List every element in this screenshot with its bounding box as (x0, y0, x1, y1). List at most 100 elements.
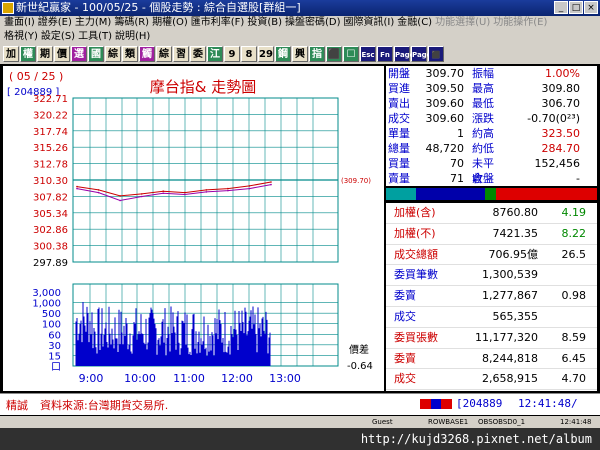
quote-label: 漲跌 (472, 112, 494, 125)
quote-value: 309.50 (425, 82, 465, 95)
toolbar-button[interactable]: Fn (377, 46, 393, 62)
volume-tick-label: 30 (48, 341, 61, 352)
chart-title: 摩台指& 走勢圖 (150, 78, 256, 96)
stats-label: 委賣 (394, 289, 416, 303)
volume-bars (75, 302, 271, 366)
volume-tick-label: 1,000 (32, 299, 61, 310)
toolbar-button[interactable]: 習 (173, 46, 189, 62)
maximize-button[interactable]: □ (569, 1, 583, 14)
toolbar-button[interactable]: 指 (309, 46, 325, 62)
toolbar-button[interactable]: 29 (258, 46, 274, 62)
toolbar-button[interactable]: 選 (71, 46, 87, 62)
price-tick-label: 310.30 (33, 176, 68, 187)
price-tick-label: 322.71 (33, 94, 68, 105)
toolbar-button[interactable]: ⬛ (428, 46, 444, 62)
price-point (76, 185, 78, 188)
menu-item[interactable]: 功能操作(E) (493, 16, 550, 30)
stats-change: 6.45 (561, 351, 587, 365)
ratio-segment (485, 188, 496, 200)
time-tick-label: 11:00 (173, 372, 205, 385)
time-tick-label: 12:00 (221, 372, 253, 385)
toolbar-button[interactable]: 委 (190, 46, 206, 62)
prev-close-label: (309.70) (341, 177, 371, 185)
window-controls: _ □ × (554, 1, 598, 14)
close-button[interactable]: × (584, 1, 598, 14)
menu-item[interactable]: 操盤密碼(D) (285, 16, 344, 30)
quote-value: 323.50 (541, 127, 581, 140)
menu-item[interactable]: 期權(O) (152, 16, 191, 30)
quote-label: 最高 (472, 82, 494, 95)
menu-item[interactable]: 國際資訊(I) (344, 16, 398, 30)
stats-change: 4.19 (561, 206, 587, 219)
price-point (140, 193, 143, 195)
toolbar-button[interactable]: 鋼 (275, 46, 291, 62)
volume-tick-label: 口 (51, 362, 61, 373)
menu-item[interactable]: 工具(T) (78, 30, 115, 44)
toolbar-button[interactable]: 8 (241, 46, 257, 62)
toolbar-button[interactable]: 江 (207, 46, 223, 62)
stats-value: 8760.80 (492, 206, 539, 219)
quote-label: 開盤 (388, 67, 410, 80)
toolbar-button[interactable]: 類 (122, 46, 138, 62)
quote-value: - (576, 172, 580, 185)
toolbar-button[interactable]: 興 (292, 46, 308, 62)
quote-label: 成交 (388, 112, 410, 125)
toolbar-button[interactable]: 加 (3, 46, 19, 62)
quote-value: 309.80 (541, 82, 581, 95)
toolbar-button[interactable]: 期 (37, 46, 53, 62)
menu-item[interactable]: 說明(H) (115, 30, 153, 44)
toolbar-button[interactable]: ☐ (343, 46, 359, 62)
menu-item[interactable]: 投資(B) (247, 16, 285, 30)
menu-item[interactable]: 金融(C) (397, 16, 435, 30)
toolbar-button[interactable]: ⬛ (326, 46, 342, 62)
stats-label: 成交 (394, 372, 416, 386)
status-color-swatch (420, 399, 453, 409)
price-point (97, 189, 100, 191)
menu-item[interactable]: 畫面(I) (4, 16, 38, 30)
menu-item[interactable]: 功能選擇(U) (435, 16, 493, 30)
price-point (97, 191, 100, 194)
volume-tick-label: 15 (48, 351, 61, 362)
price-point (162, 192, 164, 194)
quote-row: 總量 48,720 約低 284.70 (386, 141, 597, 156)
status-tag: 精誠 (6, 399, 28, 412)
menu-item[interactable]: 匯市利率(F) (191, 16, 248, 30)
toolbar-button[interactable]: Page Dn (411, 46, 431, 75)
quote-label: 單量 (388, 127, 410, 140)
toolbar-button[interactable]: 國 (88, 46, 104, 62)
quote-value: 1.00% (545, 67, 580, 80)
toolbar-button[interactable]: 9 (224, 46, 240, 62)
price-point (248, 185, 251, 187)
stats-change: 0.98 (561, 289, 587, 303)
price-point (184, 191, 186, 194)
bid-ask-ratio-bar (386, 188, 597, 200)
toolbar-button[interactable]: Page Up (394, 46, 414, 75)
toolbar-button[interactable]: 權 (20, 46, 36, 62)
toolbar-button[interactable]: 綜 (105, 46, 121, 62)
menu-item[interactable]: 籌碼(R) (114, 16, 152, 30)
quote-row: 買量 70 未平倉 152,456 (386, 156, 597, 185)
menu-item[interactable]: 證券(E) (38, 16, 75, 30)
quote-label: 總量 (388, 142, 410, 155)
stats-change: 8.59 (561, 330, 587, 344)
volume-tick-label: 3,000 (32, 288, 61, 299)
menu-item[interactable]: 格視(Y) (4, 30, 41, 44)
toolbar-button[interactable]: 觸 (139, 46, 155, 62)
stats-value: 706.95億 (488, 247, 539, 261)
volume-tick-label: 500 (42, 309, 61, 320)
price-tick-label: 307.82 (33, 192, 68, 203)
toolbar-button[interactable]: Esc (360, 46, 376, 62)
quote-value: 71 (450, 172, 464, 185)
toolbar-button[interactable]: 綜 (156, 46, 172, 62)
price-point (162, 190, 164, 192)
intraday-chart[interactable]: ( 05 / 25 ) [ 204889 ] 摩台指& 走勢圖 (309.70)… (3, 66, 384, 391)
toolbar-button[interactable]: 價 (54, 46, 70, 62)
quote-value: -0.70(0²³) (527, 112, 580, 125)
menu-item[interactable]: 設定(S) (41, 30, 78, 44)
watermark: http://kujd3268.pixnet.net/album (0, 428, 600, 450)
minimize-button[interactable]: _ (554, 1, 568, 14)
menu-item[interactable]: 主力(M) (75, 16, 114, 30)
stats-value: 7421.35 (492, 226, 539, 240)
quote-label: 約低 (472, 142, 494, 155)
quote-value: 70 (450, 157, 464, 170)
